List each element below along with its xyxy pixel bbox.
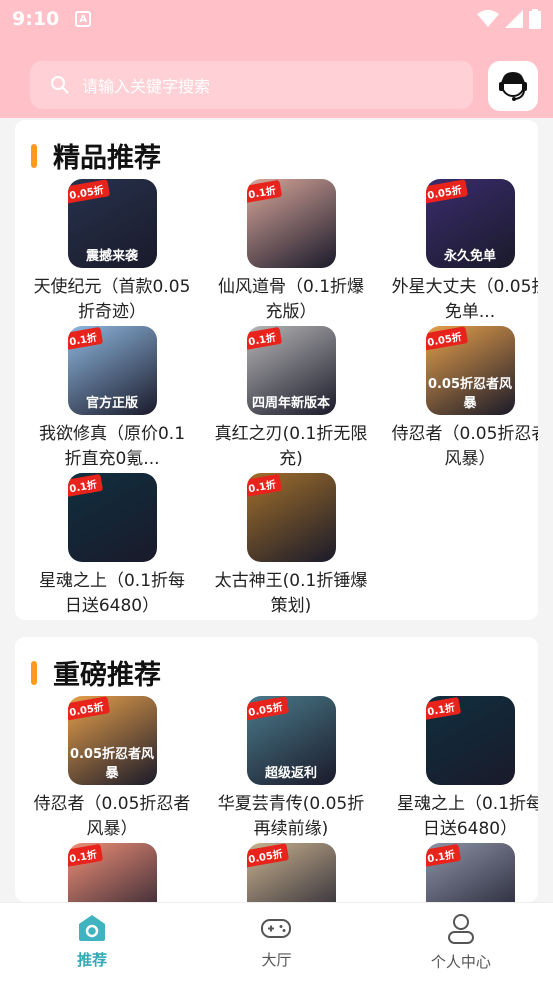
- game-item[interactable]: 0.1折官方正版我欲修真（原价0.1折直充0氪...: [32, 326, 192, 472]
- game-icon-caption: 四周年新版本: [251, 396, 330, 411]
- nav-item-recommend[interactable]: 推荐: [0, 903, 184, 984]
- discount-badge: 0.05折: [425, 326, 468, 351]
- discount-badge: 0.05折: [246, 843, 289, 868]
- section-accent-bar: [31, 660, 37, 685]
- search-placeholder: 请输入关键字搜索: [82, 77, 211, 96]
- section-header: 重磅推荐: [31, 653, 161, 692]
- discount-badge: 0.1折: [425, 696, 461, 721]
- status-icons: [477, 9, 541, 29]
- game-name: 星魂之上（0.1折每日送6480）: [396, 794, 538, 839]
- game-name: 仙风道骨（0.1折爆充版）: [217, 277, 365, 322]
- discount-badge: 0.1折: [246, 179, 282, 204]
- home-icon: [79, 915, 106, 941]
- battery-icon: [529, 9, 541, 29]
- game-icon: 0.05折超级返利: [246, 696, 336, 785]
- bottom-nav: 推荐 大厅 个人中心: [0, 902, 553, 984]
- game-name: 天使纪元（首款0.05折奇迹）: [33, 277, 191, 322]
- game-name: 太古神王(0.1折锤爆策划): [214, 571, 368, 616]
- status-time: 9:10: [12, 8, 60, 30]
- search-input[interactable]: 请输入关键字搜索: [30, 61, 473, 109]
- discount-badge: 0.05折: [67, 696, 110, 721]
- discount-badge: 0.1折: [67, 326, 103, 351]
- game-icon: 0.05折 0.05折忍者风暴: [67, 696, 157, 785]
- section-title: 重磅推荐: [53, 660, 161, 691]
- game-name: 侍忍者（0.05折忍者风暴）: [33, 794, 191, 839]
- game-icon: 0.1折: [246, 179, 336, 268]
- nav-item-profile[interactable]: 个人中心: [369, 903, 553, 984]
- gamepad-icon: [261, 919, 292, 938]
- nav-item-hall[interactable]: 大厅: [184, 903, 368, 984]
- discount-badge: 0.1折: [246, 473, 282, 498]
- section-accent-bar: [31, 143, 37, 168]
- discount-badge: 0.05折: [425, 179, 468, 204]
- game-name: 我欲修真（原价0.1折直充0氪...: [38, 424, 186, 469]
- game-item[interactable]: 0.1折星魂之上（0.1折每日送6480）: [32, 473, 192, 619]
- game-icon: 0.1折官方正版: [67, 326, 157, 415]
- user-icon: [447, 914, 474, 944]
- game-item[interactable]: 0.05折震撼来袭天使纪元（首款0.05折奇迹）: [32, 179, 192, 325]
- discount-badge: 0.05折: [67, 179, 110, 204]
- game-item[interactable]: 0.1折四周年新版本真红之刃(0.1折无限充): [211, 326, 371, 472]
- section-header: 精品推荐: [31, 136, 161, 175]
- discount-badge: 0.1折: [425, 843, 461, 868]
- game-item[interactable]: 0.05折 0.05折忍者风暴侍忍者（0.05折忍者风暴）: [32, 696, 192, 842]
- game-icon-caption: 永久免单: [443, 249, 496, 264]
- game-item[interactable]: 0.05折: [211, 843, 371, 902]
- game-icon: 0.1折: [67, 473, 157, 562]
- signal-icon: [505, 10, 523, 28]
- game-icon-caption: 震撼来袭: [85, 249, 138, 264]
- game-name: 华夏芸青传(0.05折再续前缘): [217, 794, 365, 839]
- game-icon: 0.05折永久免单: [425, 179, 515, 268]
- section-title: 精品推荐: [53, 143, 161, 174]
- nav-label: 大厅: [261, 951, 292, 969]
- game-icon: 0.05折: [246, 843, 336, 902]
- game-icon: 0.05折 0.05折忍者风暴: [425, 326, 515, 415]
- headset-icon: [499, 72, 527, 101]
- nav-label: 推荐: [77, 951, 108, 969]
- discount-badge: 0.1折: [67, 843, 103, 868]
- section-hot: 重磅推荐 0.05折 0.05折忍者风暴 侍忍者（0.05折忍者风暴） 0.05折 超级…: [15, 637, 538, 902]
- game-name: 真红之刃(0.1折无限充): [214, 424, 368, 469]
- game-item[interactable]: 0.1折: [32, 843, 192, 902]
- section-featured: 精品推荐 0.05折 震撼来袭 天使纪元（首款0.05折奇迹） 0.1折 仙风道骨（0.…: [15, 120, 538, 620]
- notification-a-icon: A: [75, 11, 92, 27]
- status-bar: 9:10 A: [0, 0, 553, 38]
- discount-badge: 0.1折: [67, 473, 103, 498]
- wifi-icon: [477, 10, 499, 27]
- game-icon: 0.1折: [246, 473, 336, 562]
- game-icon-caption: 0.05折忍者风暴: [427, 377, 513, 411]
- game-icon: 0.05折震撼来袭: [67, 179, 157, 268]
- game-name: 星魂之上（0.1折每日送6480）: [38, 571, 186, 616]
- game-name: 外星大丈夫（0.05折免单...: [391, 277, 538, 322]
- game-icon: 0.1折: [425, 843, 515, 902]
- nav-label: 个人中心: [430, 953, 491, 971]
- game-item[interactable]: 0.05折 0.05折忍者风暴侍忍者（0.05折忍者风暴）: [390, 326, 538, 472]
- discount-badge: 0.1折: [246, 326, 282, 351]
- game-icon: 0.1折: [67, 843, 157, 902]
- game-item[interactable]: 0.1折: [390, 843, 538, 902]
- game-item[interactable]: 0.05折超级返利华夏芸青传(0.05折再续前缘): [211, 696, 371, 842]
- game-item[interactable]: 0.1折太古神王(0.1折锤爆策划): [211, 473, 371, 619]
- game-item[interactable]: 0.05折永久免单外星大丈夫（0.05折免单...: [390, 179, 538, 325]
- customer-service-button[interactable]: [488, 61, 538, 111]
- game-icon-caption: 0.05折忍者风暴: [69, 747, 155, 781]
- discount-badge: 0.05折: [246, 696, 289, 721]
- search-icon: [51, 76, 69, 94]
- game-name: 侍忍者（0.05折忍者风暴）: [391, 424, 538, 469]
- game-item[interactable]: 0.1折仙风道骨（0.1折爆充版）: [211, 179, 371, 325]
- game-item[interactable]: 0.1折星魂之上（0.1折每日送6480）: [390, 696, 538, 842]
- game-icon: 0.1折: [425, 696, 515, 785]
- game-icon-caption: 超级返利: [264, 766, 317, 781]
- game-icon-caption: 官方正版: [85, 396, 138, 411]
- game-icon: 0.1折四周年新版本: [246, 326, 336, 415]
